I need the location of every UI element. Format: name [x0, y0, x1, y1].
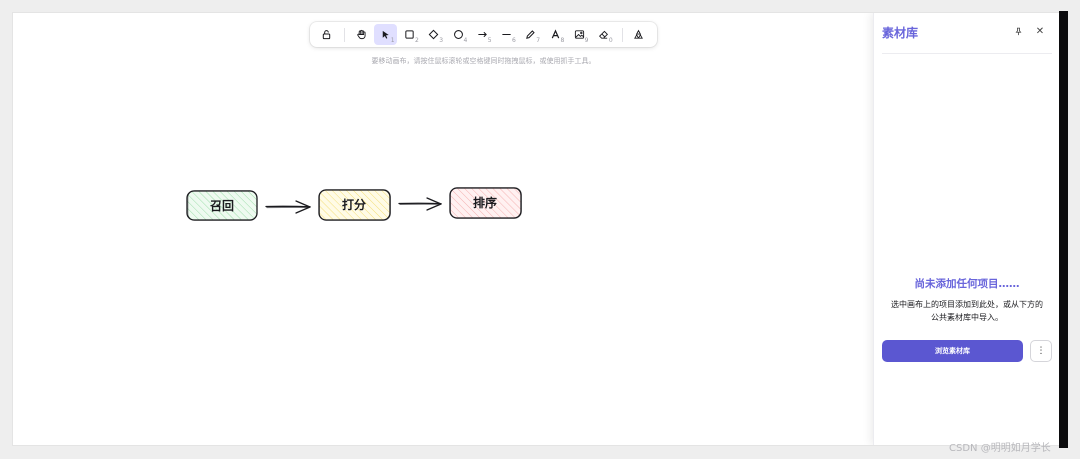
text-tool-button[interactable]: 8: [544, 24, 566, 45]
empty-state-line-2: 公共素材库中导入。: [931, 313, 1003, 322]
ellipse-icon: [453, 30, 463, 39]
app-window: 召回 打分 排序 1 2 3 4 5 6 7 8 9 0 要移动画布，请按住鼠标…: [13, 13, 1059, 445]
ellipse-tool-button[interactable]: 4: [447, 24, 469, 45]
tool-shortcut: 4: [463, 37, 468, 44]
rectangle-tool-button[interactable]: 2: [399, 24, 421, 45]
tool-shortcut: 2: [415, 37, 419, 44]
shape-toolbar: 1 2 3 4 5 6 7 8 9 0: [310, 22, 657, 47]
text-icon: [551, 29, 559, 39]
tool-shortcut: 6: [511, 37, 516, 44]
tool-shortcut: 0: [608, 37, 613, 44]
selection-tool-button[interactable]: 1: [374, 24, 397, 45]
node-rank-label: 排序: [472, 196, 497, 210]
node-recall-label: 召回: [209, 199, 234, 213]
library-icon[interactable]: [628, 24, 650, 45]
hand-icon[interactable]: [350, 24, 372, 45]
eraser-icon: [599, 30, 609, 39]
browse-library-button[interactable]: 浏览素材库: [882, 340, 1023, 362]
arrow-tool-button[interactable]: 5: [471, 24, 493, 45]
more-options-button[interactable]: ⋮: [1030, 340, 1052, 362]
diamond-tool-button[interactable]: 3: [423, 24, 445, 45]
tool-shortcut: 7: [536, 37, 541, 44]
tool-shortcut: 8: [560, 37, 565, 44]
selection-icon: [382, 30, 389, 39]
line-icon: [502, 33, 511, 36]
drawing-canvas[interactable]: 召回 打分 排序: [13, 13, 873, 445]
rectangle-icon: [405, 30, 414, 39]
arrow-recall-to-score[interactable]: [265, 200, 311, 214]
eraser-tool-button[interactable]: 0: [593, 24, 615, 45]
canvas-scene: [186, 187, 522, 221]
pin-icon[interactable]: [1011, 24, 1025, 38]
diamond-icon: [429, 29, 439, 40]
toolbar-separator: [621, 27, 623, 42]
tool-shortcut: 3: [439, 37, 444, 44]
tool-shortcut: 9: [584, 37, 589, 44]
canvas-hint: 要移动画布，请按住鼠标滚轮或空格键同时拖拽鼠标，或使用抓手工具。: [371, 57, 596, 65]
panel-divider: [882, 53, 1052, 54]
line-tool-button[interactable]: 6: [496, 24, 518, 45]
arrow-score-to-rank[interactable]: [398, 197, 442, 211]
library-title: 素材库: [882, 26, 919, 40]
empty-state-description: 选中画布上的项目添加到此处，或从下方的 公共素材库中导入。: [880, 298, 1054, 324]
toolbar-separator: [344, 27, 346, 42]
window-edge: [1059, 11, 1068, 448]
image-tool-button[interactable]: 9: [568, 24, 590, 45]
empty-state-title: 尚未添加任何项目……: [914, 278, 1020, 290]
tool-shortcut: 5: [487, 37, 492, 44]
pencil-tool-button[interactable]: 7: [520, 24, 542, 45]
lock-icon[interactable]: [315, 24, 337, 45]
arrow-icon: [478, 31, 487, 38]
close-icon[interactable]: ✕: [1033, 24, 1047, 38]
library-panel: 素材库 ✕ 尚未添加任何项目…… 选中画布上的项目添加到此处，或从下方的 公共素…: [873, 13, 1059, 445]
node-score-label: 打分: [341, 198, 366, 212]
tool-shortcut: 1: [390, 37, 395, 44]
watermark-text: CSDN @明明如月学长: [949, 443, 1051, 454]
image-icon: [574, 30, 584, 39]
pencil-icon: [526, 30, 536, 39]
empty-state-line-1: 选中画布上的项目添加到此处，或从下方的: [891, 300, 1043, 309]
